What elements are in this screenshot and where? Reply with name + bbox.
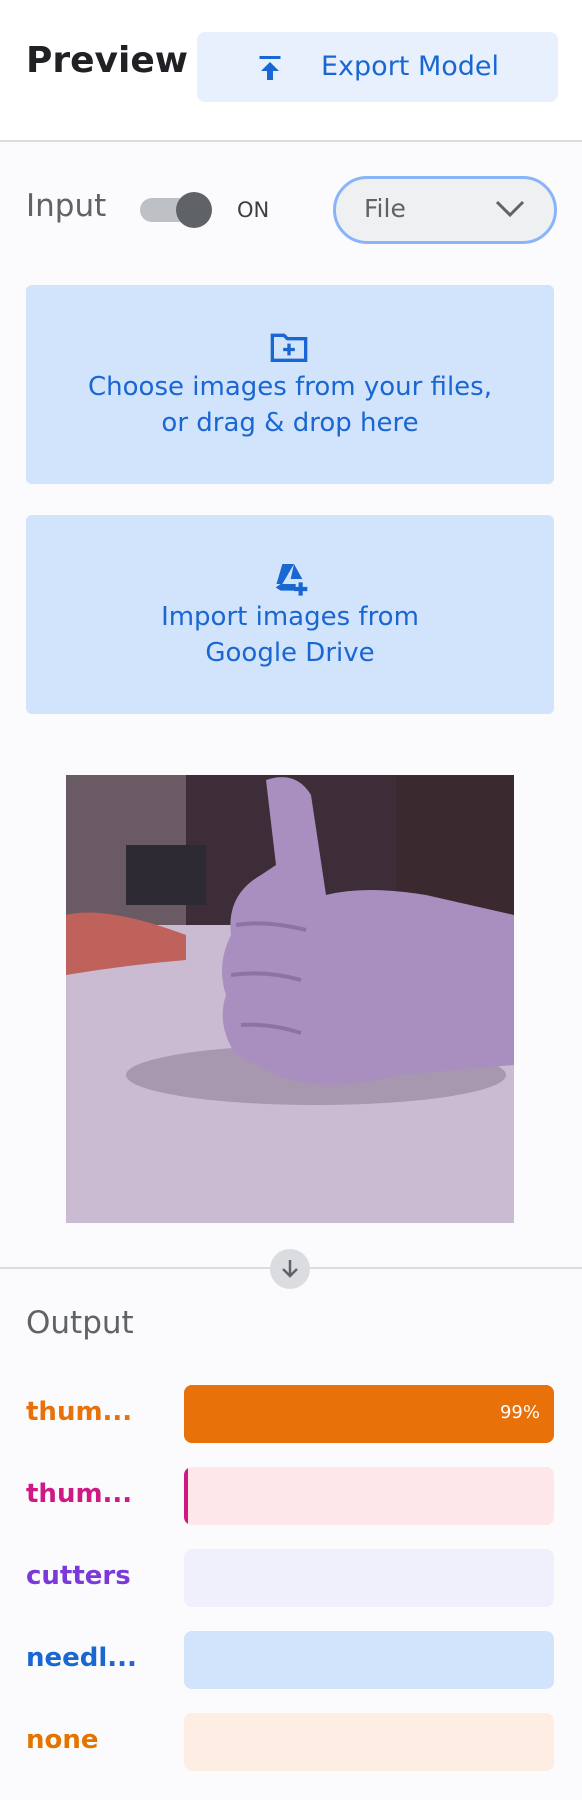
folder-add-icon	[270, 333, 308, 362]
chevron-down-icon	[495, 200, 525, 218]
arrow-down-icon	[270, 1249, 310, 1289]
input-toggle[interactable]	[140, 192, 212, 228]
confidence-bar-fill	[184, 1385, 549, 1443]
confidence-bar	[184, 1467, 554, 1525]
input-source-value: File	[364, 194, 406, 223]
choose-files-line2: or drag & drop here	[161, 408, 419, 438]
import-drive-line2: Google Drive	[205, 638, 375, 668]
output-class-label: thum...	[26, 1397, 133, 1427]
confidence-bar	[184, 1549, 554, 1607]
google-drive-add-icon	[275, 564, 308, 596]
output-row: needl...	[0, 1631, 582, 1689]
confidence-bar-fill	[184, 1467, 188, 1525]
output-row: cutters	[0, 1549, 582, 1607]
input-image-preview	[66, 775, 514, 1223]
output-row: thum...	[0, 1467, 582, 1525]
import-google-drive-button[interactable]: Import images from Google Drive	[26, 515, 554, 714]
preview-header: Preview Export Model	[0, 0, 582, 142]
import-drive-text: Import images from Google Drive	[26, 599, 554, 671]
confidence-bar	[184, 1631, 554, 1689]
export-model-button[interactable]: Export Model	[197, 32, 558, 102]
upload-arrow-icon	[259, 56, 281, 80]
import-drive-line1: Import images from	[161, 602, 419, 632]
thumbs-up-photo	[66, 775, 514, 1223]
toggle-knob	[176, 192, 212, 228]
confidence-bar	[184, 1713, 554, 1771]
output-title: Output	[26, 1305, 134, 1341]
output-class-label: thum...	[26, 1479, 133, 1509]
export-model-label: Export Model	[321, 51, 500, 82]
input-controls: Input ON File	[0, 170, 582, 250]
choose-files-dropzone[interactable]: Choose images from your files, or drag &…	[26, 285, 554, 484]
choose-files-text: Choose images from your files, or drag &…	[26, 369, 554, 441]
output-class-label: needl...	[26, 1643, 137, 1673]
confidence-percent: 99%	[499, 1402, 540, 1423]
page-title: Preview	[26, 40, 189, 81]
choose-files-line1: Choose images from your files,	[88, 372, 492, 402]
confidence-bar: 99%	[184, 1385, 554, 1443]
toggle-state-label: ON	[237, 198, 270, 222]
input-label: Input	[26, 188, 107, 224]
input-source-select[interactable]: File	[333, 176, 557, 244]
output-class-label: cutters	[26, 1561, 131, 1591]
output-row: thum... 99%	[0, 1385, 582, 1443]
output-row: none	[0, 1713, 582, 1771]
output-class-label: none	[26, 1725, 99, 1755]
